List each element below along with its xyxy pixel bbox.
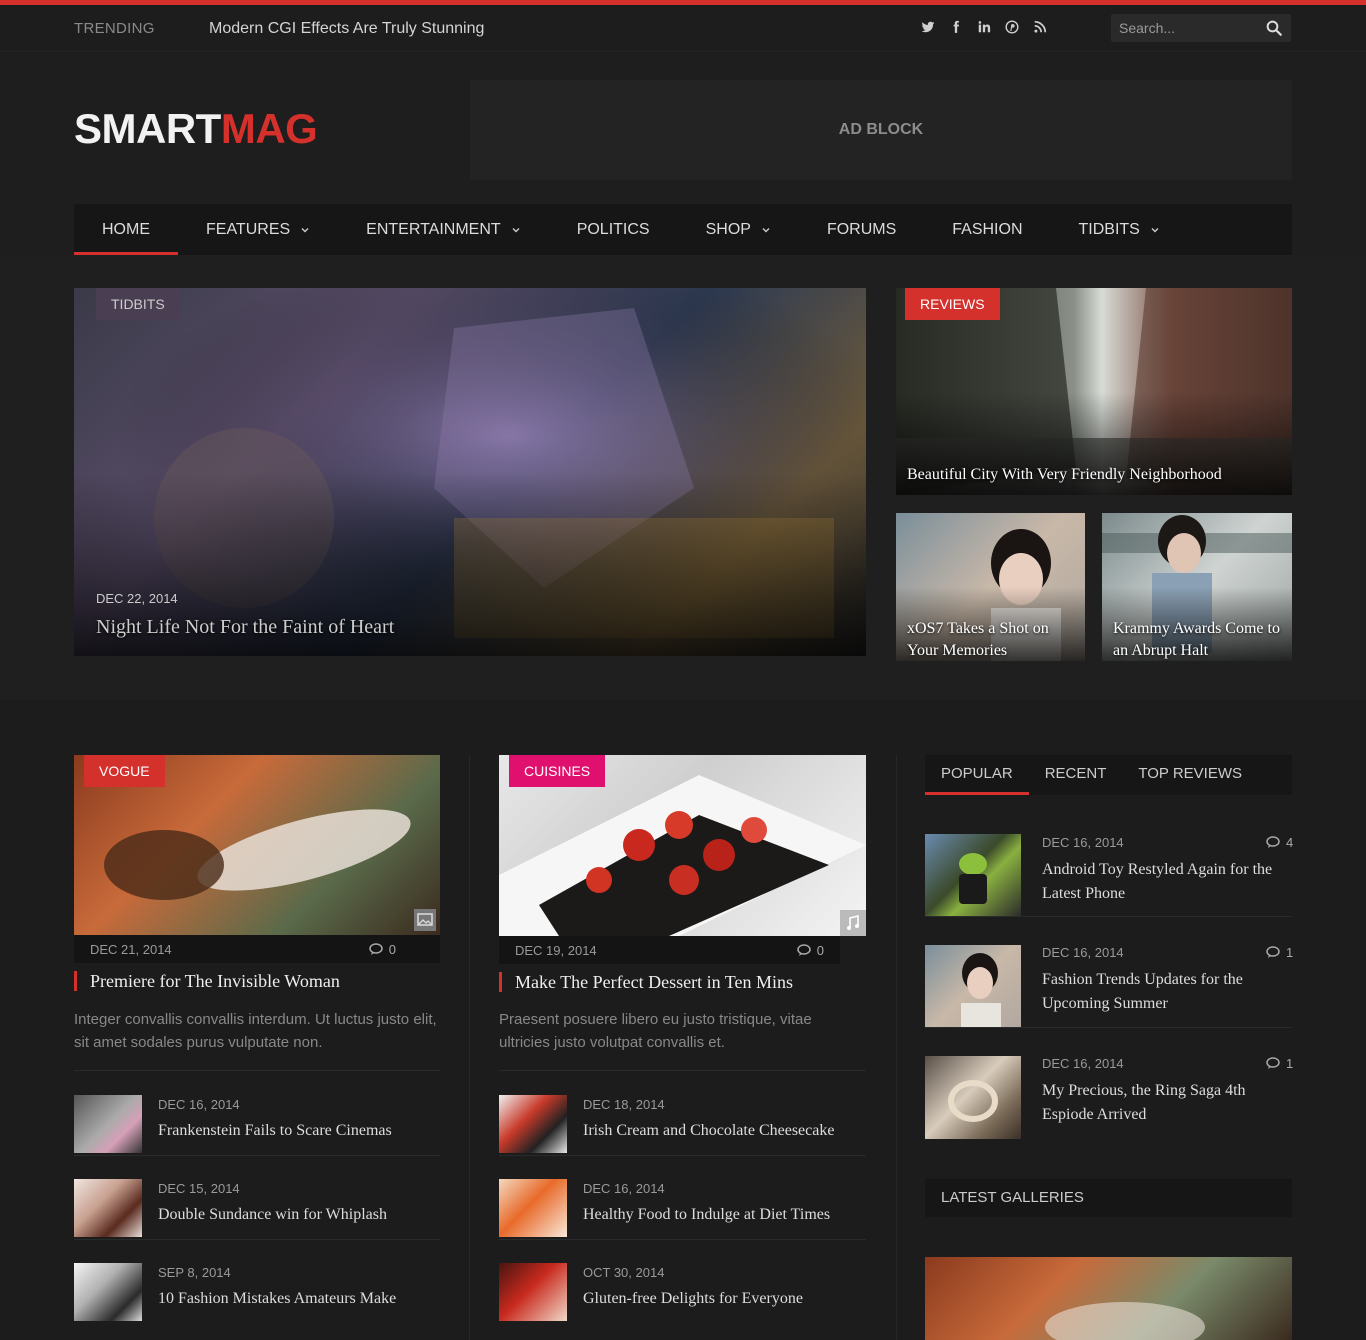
post-date: DEC 16, 2014 <box>158 1097 240 1112</box>
rss-icon[interactable] <box>1032 20 1048 36</box>
main-content: TIDBITS DEC 22, 2014 Night Life Not For … <box>0 255 1366 1340</box>
comments-icon <box>797 944 811 956</box>
chevron-down-icon <box>301 227 309 232</box>
thumb-image[interactable] <box>499 1095 567 1153</box>
post-date: DEC 15, 2014 <box>158 1181 240 1196</box>
list-item-title[interactable]: 10 Fashion Mistakes Amateurs Make <box>158 1290 396 1308</box>
gallery-thumb[interactable] <box>925 1257 1292 1340</box>
post-date: OCT 30, 2014 <box>583 1265 665 1280</box>
post-date: DEC 22, 2014 <box>96 591 178 606</box>
nav-entertainment[interactable]: ENTERTAINMENT <box>338 204 549 255</box>
post-date: DEC 16, 2014 <box>1042 835 1124 850</box>
thumb-image[interactable] <box>499 1179 567 1237</box>
thumb-image[interactable] <box>74 1095 142 1153</box>
vogue-post-image[interactable]: VOGUE <box>74 755 440 935</box>
post-meta-bar: DEC 19, 2014 0 <box>499 936 840 964</box>
post-excerpt: Praesent posuere libero eu justo tristiq… <box>499 1011 812 1051</box>
popular-post-title[interactable]: My Precious, the Ring Saga 4th Espiode A… <box>1042 1079 1292 1127</box>
nav-features[interactable]: FEATURES <box>178 204 338 255</box>
post-date: DEC 21, 2014 <box>90 942 172 957</box>
popular-post-title[interactable]: Fashion Trends Updates for the Upcoming … <box>1042 968 1292 1016</box>
post-date: DEC 19, 2014 <box>515 943 597 958</box>
twitter-icon[interactable] <box>920 20 936 36</box>
trending-link[interactable]: Modern CGI Effects Are Truly Stunning <box>209 20 484 38</box>
nav-politics[interactable]: POLITICS <box>549 204 678 255</box>
nav-forums[interactable]: FORUMS <box>799 204 924 255</box>
thumb-image[interactable] <box>499 1263 567 1321</box>
category-badge-reviews[interactable]: REVIEWS <box>905 288 1000 320</box>
list-item-title[interactable]: Double Sundance win for Whiplash <box>158 1206 387 1224</box>
latest-galleries-heading: LATEST GALLERIES <box>925 1179 1292 1217</box>
sidebar-tabs: POPULAR RECENT TOP REVIEWS <box>925 755 1292 795</box>
comment-count[interactable]: 1 <box>1266 1056 1293 1071</box>
comments-icon <box>1266 1057 1280 1069</box>
top-bar: TRENDING Modern CGI Effects Are Truly St… <box>0 5 1366 52</box>
category-badge-tidbits[interactable]: TIDBITS <box>96 288 180 320</box>
list-item-title[interactable]: Healthy Food to Indulge at Diet Times <box>583 1206 830 1224</box>
popular-thumb[interactable] <box>925 1056 1021 1139</box>
search-icon[interactable] <box>1265 19 1283 37</box>
trending-label: TRENDING <box>74 20 155 37</box>
chevron-down-icon <box>762 227 770 232</box>
gallery-icon <box>414 909 436 931</box>
list-item-title[interactable]: Irish Cream and Chocolate Cheesecake <box>583 1122 834 1140</box>
comments-icon <box>1266 836 1280 848</box>
search-input[interactable] <box>1111 14 1261 42</box>
post-date: DEC 16, 2014 <box>1042 945 1124 960</box>
pinterest-icon[interactable] <box>1004 20 1020 36</box>
thumb-image[interactable] <box>74 1263 142 1321</box>
tab-top-reviews[interactable]: TOP REVIEWS <box>1122 755 1258 795</box>
cuisines-post-image[interactable]: CUISINES <box>499 755 866 936</box>
thumb-image[interactable] <box>74 1179 142 1237</box>
comments-icon <box>369 943 383 955</box>
chevron-down-icon <box>1151 227 1159 232</box>
site-logo[interactable]: SMARTMAG <box>74 105 318 153</box>
facebook-icon[interactable] <box>948 20 964 36</box>
post-excerpt: Integer convallis convallis interdum. Ut… <box>74 1011 437 1051</box>
comments-icon <box>1266 946 1280 958</box>
audio-icon <box>840 910 866 936</box>
post-date: DEC 16, 2014 <box>583 1181 665 1196</box>
featured-right-title[interactable]: Beautiful City With Very Friendly Neighb… <box>907 464 1222 486</box>
popular-thumb[interactable] <box>925 945 1021 1028</box>
featured-small-title-b[interactable]: Krammy Awards Come to an Abrupt Halt <box>1113 618 1285 661</box>
featured-right-post[interactable]: REVIEWS Beautiful City With Very Friendl… <box>896 288 1292 495</box>
featured-small-title-a[interactable]: xOS7 Takes a Shot on Your Memories <box>907 618 1077 661</box>
nav-tidbits[interactable]: TIDBITS <box>1051 204 1188 255</box>
vogue-post-title[interactable]: Premiere for The Invisible Woman <box>90 971 340 992</box>
social-icons <box>920 20 1048 36</box>
popular-thumb[interactable] <box>925 834 1021 917</box>
featured-small-post-b[interactable]: Krammy Awards Come to an Abrupt Halt <box>1102 513 1292 661</box>
post-date: SEP 8, 2014 <box>158 1265 231 1280</box>
chevron-down-icon <box>512 227 520 232</box>
post-meta-bar: DEC 21, 2014 0 <box>74 935 440 963</box>
popular-post-title[interactable]: Android Toy Restyled Again for the Lates… <box>1042 858 1292 906</box>
list-item-title[interactable]: Frankenstein Fails to Scare Cinemas <box>158 1122 392 1140</box>
ad-block-label: AD BLOCK <box>838 121 924 138</box>
nav-home[interactable]: HOME <box>74 204 178 255</box>
comment-count[interactable]: 4 <box>1266 835 1293 850</box>
tab-recent[interactable]: RECENT <box>1029 755 1123 795</box>
tab-popular[interactable]: POPULAR <box>925 755 1029 795</box>
comment-count[interactable]: 1 <box>1266 945 1293 960</box>
nav-shop[interactable]: SHOP <box>678 204 799 255</box>
cuisines-post-title[interactable]: Make The Perfect Dessert in Ten Mins <box>515 972 793 993</box>
comment-count[interactable]: 0 <box>797 943 824 958</box>
site-header: SMARTMAG AD BLOCK HOME FEATURES ENTERTAI… <box>0 53 1366 255</box>
category-badge-vogue[interactable]: VOGUE <box>84 755 165 787</box>
linkedin-icon[interactable] <box>976 20 992 36</box>
category-badge-cuisines[interactable]: CUISINES <box>509 755 606 787</box>
post-date: DEC 18, 2014 <box>583 1097 665 1112</box>
post-date: DEC 16, 2014 <box>1042 1056 1124 1071</box>
featured-main-title[interactable]: Night Life Not For the Faint of Heart <box>96 616 394 638</box>
ad-block[interactable]: AD BLOCK <box>470 80 1292 180</box>
search-box <box>1111 14 1291 42</box>
featured-small-post-a[interactable]: xOS7 Takes a Shot on Your Memories <box>896 513 1085 661</box>
main-nav: HOME FEATURES ENTERTAINMENT POLITICS SHO… <box>74 204 1292 255</box>
comment-count[interactable]: 0 <box>369 942 396 957</box>
nav-fashion[interactable]: FASHION <box>924 204 1050 255</box>
featured-main-post[interactable]: TIDBITS DEC 22, 2014 Night Life Not For … <box>74 288 866 656</box>
list-item-title[interactable]: Gluten-free Delights for Everyone <box>583 1290 803 1308</box>
